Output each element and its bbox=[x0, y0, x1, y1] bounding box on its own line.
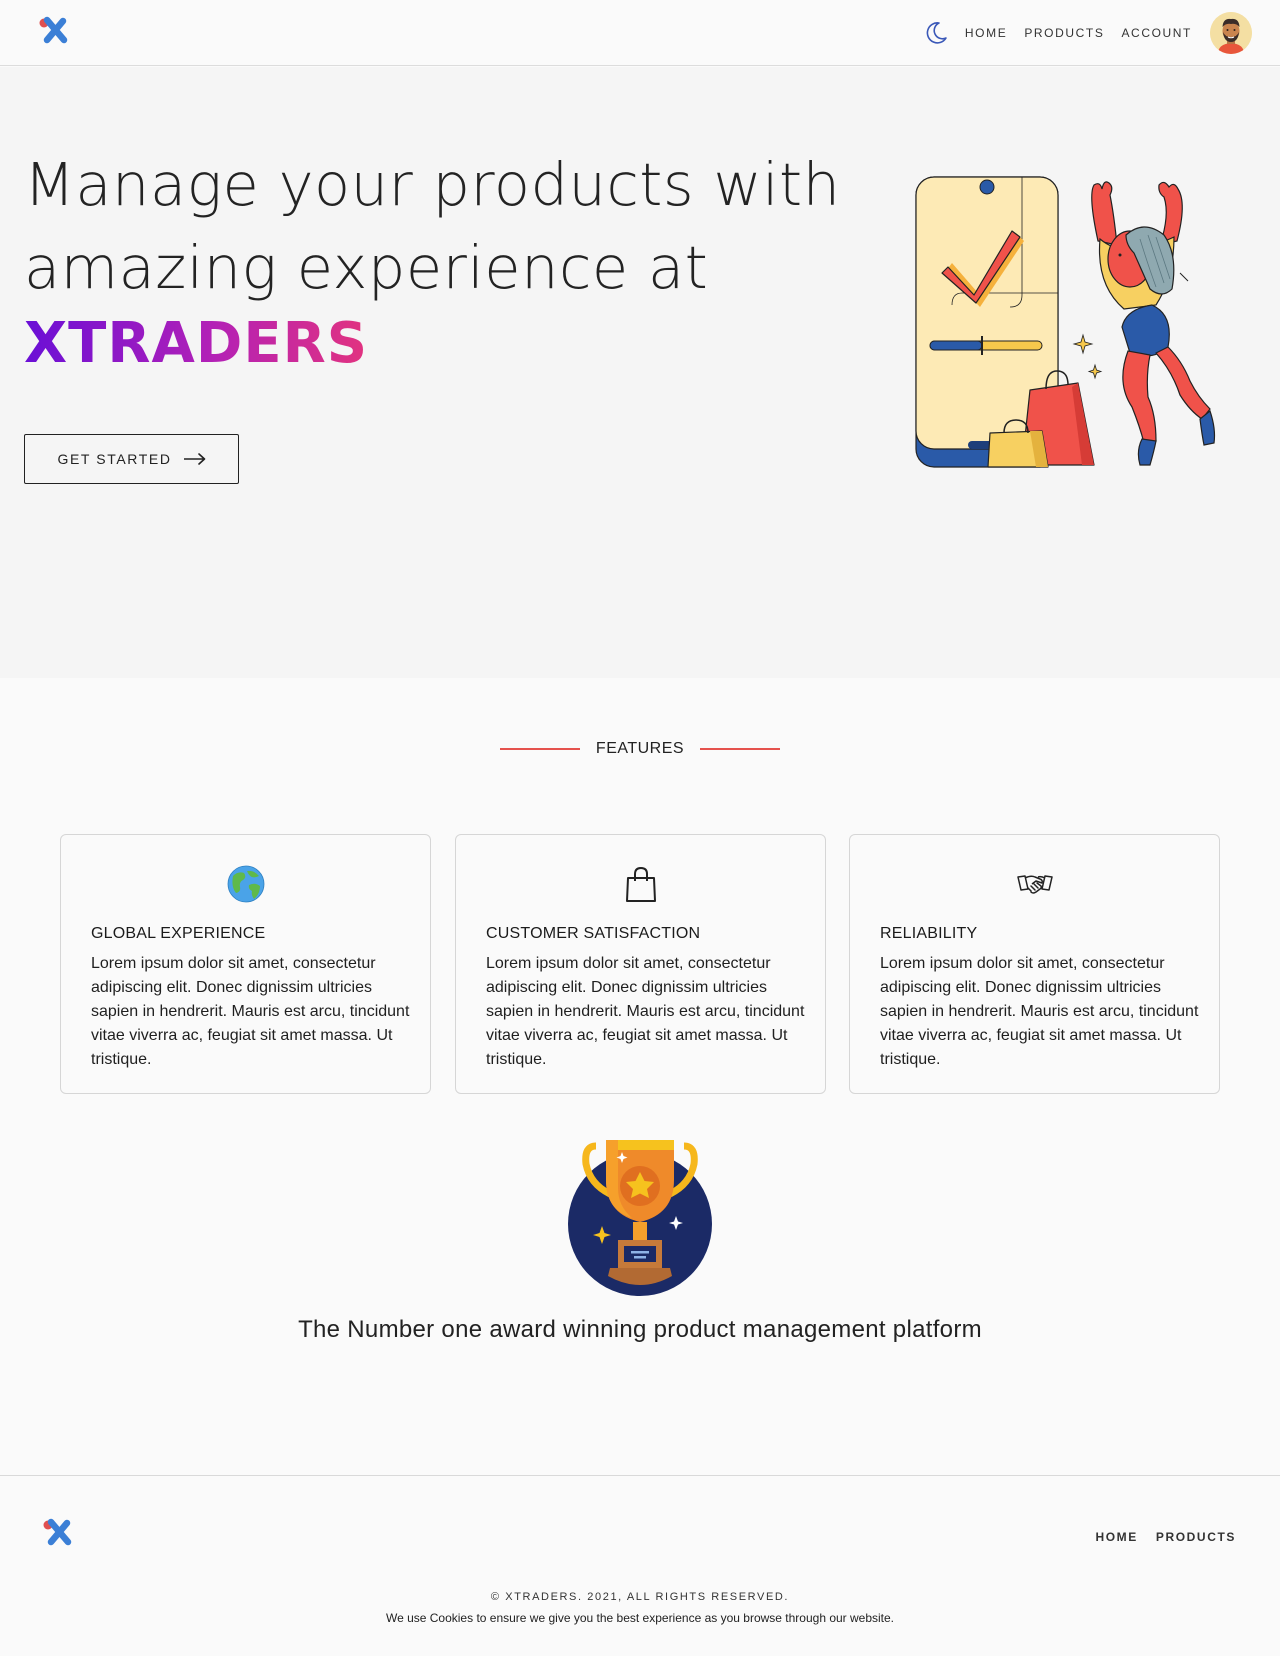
moon-icon[interactable] bbox=[923, 20, 949, 46]
avatar[interactable] bbox=[1210, 12, 1252, 54]
top-navbar: HOME PRODUCTS ACCOUNT bbox=[0, 0, 1280, 66]
get-started-button[interactable]: GET STARTED bbox=[24, 434, 239, 484]
award-statement: The Number one award winning product man… bbox=[298, 1316, 982, 1343]
feature-description: Lorem ipsum dolor sit amet, consectetur … bbox=[486, 955, 805, 1068]
trophy-icon bbox=[568, 1140, 712, 1296]
feature-card-customer-satisfaction: CUSTOMER SATISFACTION Lorem ipsum dolor … bbox=[455, 834, 826, 1094]
features-heading: FEATURES bbox=[0, 740, 1280, 758]
logo-icon[interactable] bbox=[38, 16, 68, 46]
arrow-right-icon bbox=[183, 453, 205, 465]
footer-nav: HOME PRODUCTS bbox=[1077, 1530, 1236, 1544]
footer-divider bbox=[0, 1475, 1280, 1476]
globe-icon bbox=[227, 865, 264, 903]
footer-logo-icon[interactable] bbox=[42, 1518, 72, 1548]
get-started-label: GET STARTED bbox=[57, 451, 172, 467]
features-rule-left bbox=[500, 748, 581, 750]
main-nav: HOME PRODUCTS ACCOUNT bbox=[923, 12, 1252, 54]
shopping-bag-icon bbox=[625, 866, 656, 902]
footer-nav-products[interactable]: PRODUCTS bbox=[1156, 1530, 1236, 1544]
feature-card-reliability: RELIABILITY Lorem ipsum dolor sit amet, … bbox=[849, 834, 1220, 1094]
hero-section: Manage your products with amazing experi… bbox=[0, 67, 1280, 678]
features-rule-right bbox=[699, 748, 780, 750]
feature-card-global-experience: GLOBAL EXPERIENCE Lorem ipsum dolor sit … bbox=[60, 834, 431, 1094]
footer-nav-home[interactable]: HOME bbox=[1095, 1530, 1137, 1544]
features-title: FEATURES bbox=[595, 740, 685, 757]
feature-title: RELIABILITY bbox=[880, 925, 978, 942]
feature-description: Lorem ipsum dolor sit amet, consectetur … bbox=[91, 955, 410, 1068]
nav-account[interactable]: ACCOUNT bbox=[1121, 26, 1192, 40]
feature-title: GLOBAL EXPERIENCE bbox=[91, 925, 266, 942]
nav-home[interactable]: HOME bbox=[965, 26, 1007, 40]
hero-headline-line-1: Manage your products with bbox=[24, 150, 841, 219]
feature-title: CUSTOMER SATISFACTION bbox=[486, 925, 701, 942]
feature-cards: GLOBAL EXPERIENCE Lorem ipsum dolor sit … bbox=[60, 834, 1220, 1094]
shopping-celebration-illustration bbox=[915, 176, 1216, 468]
copyright-text: © XTRADERS. 2021, ALL RIGHTS RESERVED. bbox=[490, 1591, 790, 1603]
handshake-icon bbox=[1016, 875, 1053, 894]
nav-products[interactable]: PRODUCTS bbox=[1024, 26, 1104, 40]
cookie-notice: We use Cookies to ensure we give you the… bbox=[385, 1611, 895, 1625]
brand-name: XTRADERS bbox=[24, 311, 369, 376]
avatar-face-icon bbox=[1210, 12, 1252, 54]
hero-headline-line-2: amazing experience at bbox=[24, 233, 709, 302]
feature-description: Lorem ipsum dolor sit amet, consectetur … bbox=[880, 955, 1199, 1068]
